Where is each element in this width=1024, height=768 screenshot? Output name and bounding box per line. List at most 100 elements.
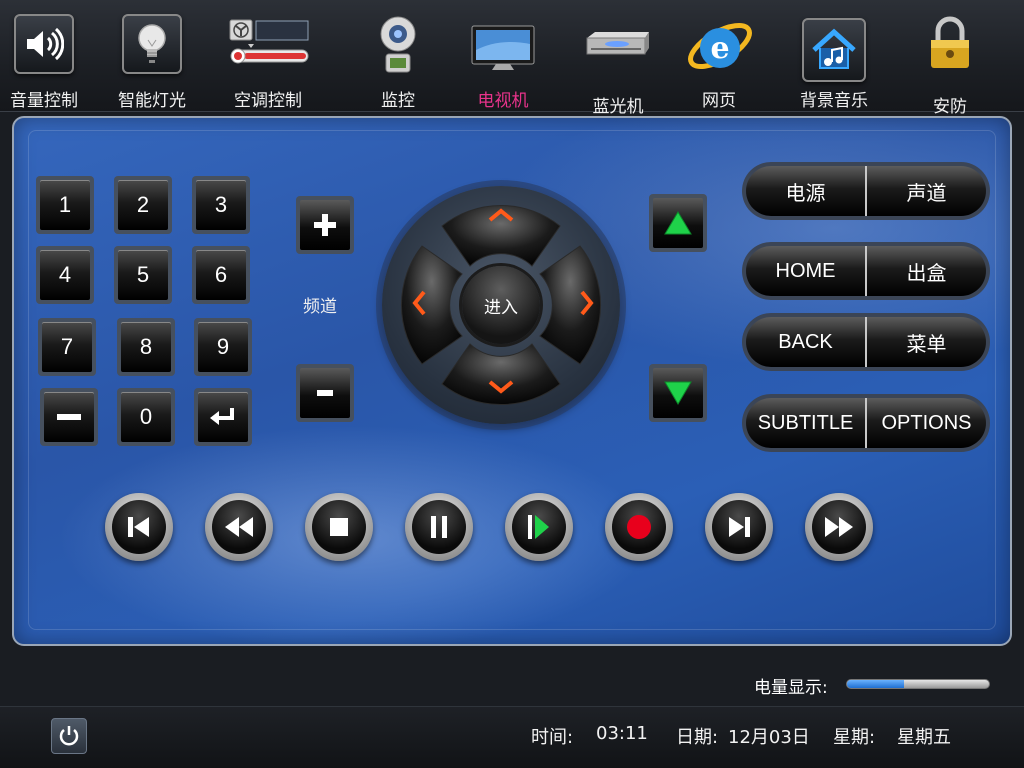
key-enter[interactable]	[194, 388, 252, 446]
nav-label: 安防	[933, 97, 967, 117]
pill-row-power-audio: 电源 声道	[742, 162, 990, 220]
rewind-icon	[225, 517, 253, 537]
stop-button[interactable]	[305, 493, 373, 561]
pause-button[interactable]	[405, 493, 473, 561]
date-value: 12月03日	[728, 727, 810, 748]
date-label: 日期:	[676, 727, 719, 748]
battery-level-bar	[846, 679, 990, 689]
svg-text:e: e	[710, 31, 729, 66]
prev-track-button[interactable]	[105, 493, 173, 561]
nav-label: 空调控制	[234, 91, 302, 111]
key-2[interactable]: 2	[114, 176, 172, 234]
menu-button[interactable]: 菜单	[867, 317, 986, 367]
pill-row-back-menu: BACK 菜单	[742, 313, 990, 371]
nav-label: 监控	[381, 91, 415, 111]
weekday-value: 星期五	[897, 727, 951, 748]
speaker-icon	[14, 14, 74, 74]
nav-item-surveillance[interactable]: 监控	[368, 0, 428, 112]
nav-label-active: 电视机	[477, 91, 529, 111]
eject-button[interactable]: 出盒	[867, 246, 986, 296]
padlock-icon	[927, 16, 973, 74]
options-button[interactable]: OPTIONS	[867, 398, 986, 448]
next-track-button[interactable]	[705, 493, 773, 561]
prev-track-icon	[128, 517, 149, 537]
dpad-up-button[interactable]	[486, 200, 516, 230]
browser-icon: e	[684, 10, 754, 86]
battery-level-fill	[847, 680, 904, 688]
nav-label: 智能灯光	[118, 91, 186, 111]
play-button[interactable]	[505, 493, 573, 561]
lightbulb-icon	[122, 14, 182, 74]
dpad-down-button[interactable]	[486, 372, 516, 402]
weekday-label: 星期:	[833, 727, 876, 748]
dpad-enter-button[interactable]: 进入	[462, 266, 540, 344]
nav-label: 网页	[702, 91, 736, 111]
record-icon	[627, 515, 651, 539]
back-button[interactable]: BACK	[746, 317, 867, 367]
nav-item-bluray[interactable]: 蓝光机	[580, 0, 656, 117]
webcam-icon	[376, 14, 420, 80]
nav-item-air-conditioning[interactable]: 空调控制	[226, 0, 310, 112]
play-icon	[528, 515, 549, 539]
bluray-player-icon	[583, 30, 653, 66]
home-music-icon	[802, 18, 866, 82]
volume-up-button[interactable]	[649, 194, 707, 252]
subtitle-button[interactable]: SUBTITLE	[746, 398, 867, 448]
pause-icon	[431, 516, 447, 538]
pill-row-home-eject: HOME 出盒	[742, 242, 990, 300]
enter-icon	[210, 408, 234, 425]
chevron-right-icon	[580, 290, 594, 316]
home-button[interactable]: HOME	[746, 246, 867, 296]
record-button[interactable]	[605, 493, 673, 561]
key-4[interactable]: 4	[36, 246, 94, 304]
power-icon	[59, 726, 79, 746]
nav-item-volume[interactable]: 音量控制	[4, 0, 84, 112]
fast-forward-icon	[825, 517, 853, 537]
channel-label: 频道	[303, 297, 337, 317]
time-label: 时间:	[531, 727, 574, 748]
chevron-up-icon	[488, 208, 514, 222]
key-5[interactable]: 5	[114, 246, 172, 304]
key-0[interactable]: 0	[117, 388, 175, 446]
key-3[interactable]: 3	[192, 176, 250, 234]
plus-icon	[314, 214, 336, 236]
nav-item-web[interactable]: e 网页	[684, 0, 754, 112]
nav-label: 背景音乐	[800, 91, 868, 111]
chevron-left-icon	[412, 290, 426, 316]
triangle-up-icon	[664, 211, 692, 235]
dpad-left-button[interactable]	[404, 288, 434, 318]
key-6[interactable]: 6	[192, 246, 250, 304]
dash-icon	[57, 414, 81, 420]
minus-icon	[317, 390, 333, 396]
nav-label: 音量控制	[10, 91, 78, 111]
pill-row-subtitle-options: SUBTITLE OPTIONS	[742, 394, 990, 452]
chevron-down-icon	[488, 380, 514, 394]
top-navigation: 音量控制 智能灯光 空调控制 监控 电视机 蓝光机 e 网页 背景音乐 安防	[0, 0, 1024, 117]
nav-label: 蓝光机	[592, 97, 644, 117]
audio-channel-button[interactable]: 声道	[867, 166, 986, 216]
nav-item-tv[interactable]: 电视机	[468, 0, 538, 112]
channel-down-button[interactable]	[296, 364, 354, 422]
key-7[interactable]: 7	[38, 318, 96, 376]
stop-icon	[330, 518, 348, 536]
nav-item-security[interactable]: 安防	[918, 0, 982, 117]
channel-up-button[interactable]	[296, 196, 354, 254]
triangle-down-icon	[664, 381, 692, 405]
fast-forward-button[interactable]	[805, 493, 873, 561]
nav-item-lighting[interactable]: 智能灯光	[110, 0, 194, 112]
key-8[interactable]: 8	[117, 318, 175, 376]
power-button[interactable]: 电源	[746, 166, 867, 216]
key-9[interactable]: 9	[194, 318, 252, 376]
battery-label: 电量显示:	[754, 678, 828, 698]
next-track-icon	[729, 517, 750, 537]
system-power-button[interactable]	[51, 718, 87, 754]
key-dash[interactable]	[40, 388, 98, 446]
nav-item-background-music[interactable]: 背景音乐	[796, 0, 872, 112]
thermostat-icon	[226, 18, 310, 74]
dpad-right-button[interactable]	[572, 288, 602, 318]
key-1[interactable]: 1	[36, 176, 94, 234]
time-value: 03:11	[596, 723, 648, 744]
rewind-button[interactable]	[205, 493, 273, 561]
tv-icon	[470, 24, 536, 78]
volume-down-button[interactable]	[649, 364, 707, 422]
